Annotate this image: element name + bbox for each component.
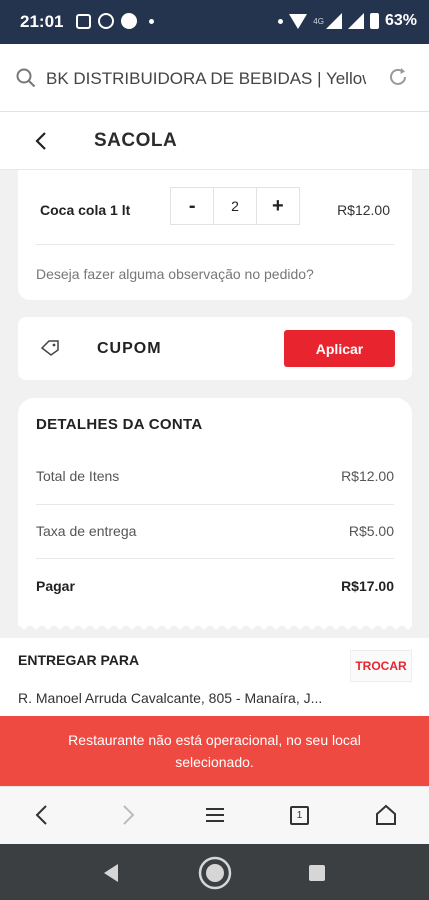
quantity-value: 2	[213, 188, 257, 224]
facebook-icon	[121, 13, 137, 29]
delivery-label: ENTREGAR PARA	[18, 652, 140, 668]
details-row-value: R$17.00	[341, 578, 394, 594]
browser-forward-icon[interactable]	[121, 803, 137, 827]
url-text[interactable]: BK DISTRIBUIDORA DE BEBIDAS | Yellows Me…	[46, 69, 366, 89]
change-address-button[interactable]: TROCAR	[350, 650, 412, 682]
notification-dot-icon	[278, 18, 284, 24]
system-nav-bar	[0, 844, 429, 900]
decrease-quantity-button[interactable]: -	[171, 188, 213, 224]
wifi-icon	[289, 13, 308, 29]
browser-nav-bar: 1	[0, 786, 429, 844]
battery-icon	[369, 13, 379, 29]
details-row-label: Pagar	[36, 578, 75, 594]
status-bar: 21:01 4G 63%	[0, 0, 429, 44]
delivery-address: R. Manoel Arruda Cavalcante, 805 - Manaí…	[18, 690, 323, 706]
details-row-total-to-pay: Pagar R$17.00	[36, 578, 394, 594]
account-details-card: DETALHES DA CONTA Total de Itens R$12.00…	[18, 398, 412, 630]
details-row-value: R$5.00	[348, 523, 394, 539]
quantity-stepper: - 2 +	[170, 187, 300, 225]
system-back-icon[interactable]	[102, 863, 120, 883]
item-name: Coca cola 1 lt	[40, 202, 131, 218]
search-icon	[16, 68, 36, 88]
details-row-delivery-fee: Taxa de entrega R$5.00	[36, 523, 394, 539]
back-arrow-icon[interactable]	[34, 130, 48, 152]
apply-coupon-button[interactable]: Aplicar	[284, 330, 395, 367]
signal-2-icon	[347, 13, 364, 29]
receipt-edge	[18, 624, 412, 630]
url-bar[interactable]: BK DISTRIBUIDORA DE BEBIDAS | Yellows Me…	[0, 44, 429, 112]
details-row-value: R$12.00	[341, 468, 394, 484]
notes-icon	[76, 13, 91, 29]
increase-quantity-button[interactable]: +	[257, 188, 299, 224]
details-row-label: Total de Itens	[36, 468, 120, 484]
signal-icon	[325, 13, 342, 29]
details-row-label: Taxa de entrega	[36, 523, 137, 539]
page-header: SACOLA	[0, 112, 429, 170]
divider	[36, 504, 394, 505]
network-type: 4G	[313, 16, 324, 26]
tag-icon	[40, 340, 59, 356]
error-banner: Restaurante não está operacional, no seu…	[0, 716, 429, 786]
observation-input[interactable]: Deseja fazer alguma observação no pedido…	[36, 266, 314, 282]
details-row-items-total: Total de Itens R$12.00	[36, 468, 394, 484]
coupon-label: CUPOM	[97, 340, 162, 357]
browser-back-icon[interactable]	[33, 803, 49, 827]
system-recents-icon[interactable]	[308, 864, 326, 882]
sync-icon	[98, 13, 114, 29]
clock: 21:01	[20, 12, 64, 31]
divider	[36, 244, 394, 245]
system-home-icon[interactable]	[197, 855, 233, 891]
reload-icon[interactable]	[387, 66, 409, 88]
cart-item-card: Coca cola 1 lt - 2 + R$12.00 Deseja faze…	[18, 170, 412, 300]
home-icon[interactable]	[375, 803, 397, 827]
coupon-card: CUPOM Aplicar	[18, 317, 412, 380]
divider	[36, 558, 394, 559]
tabs-button[interactable]: 1	[290, 806, 309, 825]
battery-percentage: 63%	[384, 12, 417, 29]
more-notifications-icon	[149, 18, 154, 24]
page-title: SACOLA	[94, 130, 178, 151]
menu-icon[interactable]	[204, 803, 226, 827]
details-title: DETALHES DA CONTA	[36, 416, 203, 433]
delivery-section: ENTREGAR PARA TROCAR R. Manoel Arruda Ca…	[0, 638, 429, 716]
item-price: R$12.00	[337, 202, 390, 218]
tab-count: 1	[296, 810, 303, 821]
